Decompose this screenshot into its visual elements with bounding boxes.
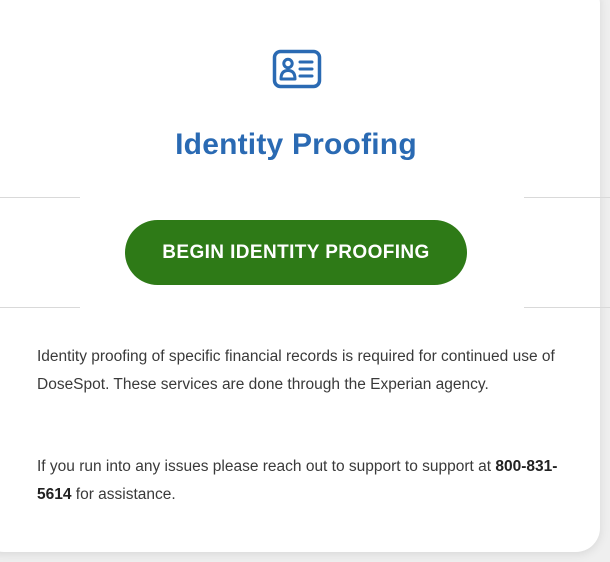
- id-card-icon: [272, 49, 322, 89]
- divider-right-bottom: [524, 307, 610, 308]
- support-text: If you run into any issues please reach …: [37, 453, 577, 509]
- support-text-suffix: for assistance.: [71, 486, 176, 503]
- support-text-prefix: If you run into any issues please reach …: [37, 458, 496, 475]
- begin-identity-proofing-button[interactable]: BEGIN IDENTITY PROOFING: [125, 220, 467, 285]
- divider-left-bottom: [0, 307, 80, 308]
- page-title: Identity Proofing: [175, 128, 417, 161]
- divider-left-top: [0, 197, 80, 198]
- divider-right-top: [524, 197, 610, 198]
- description-text: Identity proofing of specific financial …: [37, 348, 555, 393]
